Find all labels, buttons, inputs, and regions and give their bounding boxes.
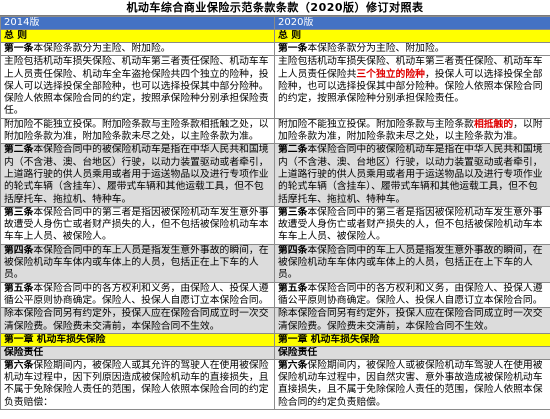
left-version-cell: 第五条本保险合同中的各方权利和义务，由保险人、投保人遵循公平原则协商确定。保险人…	[0, 281, 275, 309]
clause-text: 除本保险合同另有约定外，投保人应在保险合同成立时一次交清保险费。保险费未交清前，…	[4, 308, 269, 332]
article-number: 第五条	[4, 282, 34, 294]
clause-text: 保险期间内，被保险人或其允许的驾驶人在使用被保险机动车过程中，因下列原因造成被保…	[4, 359, 269, 408]
document-sheet: 机动车综合商业保险示范条款条款（2020版）修订对照表 2014版 2020版 …	[0, 0, 550, 419]
clause-row: 第六条保险期间内，被保险人或其允许的驾驶人在使用被保险机动车过程中，因下列原因造…	[0, 358, 550, 411]
left-version-cell: 第三条本保险合同中的第三者是指因被保险机动车发生意外事故遭受人身伤亡或者财产损失…	[0, 205, 275, 245]
page-title: 机动车综合商业保险示范条款条款（2020版）修订对照表	[0, 0, 550, 16]
clause-text: 主险包括机动车损失保险、机动车第三者责任保险、机动车车上人员责任保险、机动车全车…	[4, 56, 269, 117]
clause-text: 本保险合同中的各方权利和义务，由保险人、投保人遵循公平原则协商确定。保险人、投保…	[4, 282, 269, 306]
right-version-cell: 第一条本保险条款分为主险、附加险。	[274, 41, 550, 57]
left-version-cell: 总 则	[0, 29, 275, 43]
clause-text: 附加险不能独立投保。附加险条款与主险条款相抵触之处，以附加险条款为准，附加险条款…	[4, 118, 269, 143]
clause-text: 第一章 机动车损失保险	[278, 333, 380, 345]
clause-text: 本保险合同中的车上人员是指发生意外事故的瞬间，在被保险机动车车体内或车体上的人员…	[278, 244, 543, 281]
chapter-row: 第一章 机动车损失保险 第一章 机动车损失保险	[0, 332, 550, 347]
clause-text: 保险责任	[278, 346, 318, 358]
clause-text: 本保险条款分为主险、附加险。	[307, 43, 445, 54]
article-number: 第五条	[278, 282, 308, 294]
right-version-cell: 主险包括机动车损失保险、机动车第三者责任保险、机动车车上人员责任保险共三个独立的…	[274, 55, 550, 119]
clause-text: 本保险合同中的被保险机动车是指在中华人民共和国境内（不含港、澳、台地区）行驶，以…	[4, 144, 269, 205]
right-version-cell: 第六条保险期间内，被保险人或被保险机动车驾驶人在使用被保险机动车过程中，因自然灾…	[274, 358, 550, 411]
clause-text: 本保险合同中的被保险机动车是指在中华人民共和国境内（不含港、澳、台地区）行驶，以…	[278, 144, 543, 205]
clause-text: 第一章 机动车损失保险	[4, 333, 106, 345]
clause-row: 主险包括机动车损失保险、机动车第三者责任保险、机动车车上人员责任保险、机动车全车…	[0, 55, 550, 119]
version-left-header: 2014版	[0, 16, 275, 30]
right-version-cell: 除本保险合同另有约定外，投保人应在保险合同成立时一次交清保险费。保险费未交清前，…	[274, 307, 550, 334]
right-version-cell: 第二条本保险合同中的被保险机动车是指在中华人民共和国境内（不含港、澳、台地区）行…	[274, 143, 550, 207]
clause-text: 本保险合同中的第三者是指因被保险机动车发生意外事故遭受人身伤亡或者财产损失的人，…	[278, 206, 543, 243]
clause-text: 本保险合同中的车上人员是指发生意外事故的瞬间，在被保险机动车车体内或车体上的人员…	[4, 244, 269, 281]
left-version-cell: 保险责任	[0, 345, 275, 360]
clause-text: 保险期间内，被保险人或被保险机动车驾驶人在使用被保险机动车过程中，因自然灾害、意…	[278, 359, 543, 408]
clause-text: 本保险合同中的各方权利和义务，由保险人、投保人遵循公平原则协商确定。保险人、投保…	[278, 282, 543, 306]
left-version-cell: 第六条保险期间内，被保险人或其允许的驾驶人在使用被保险机动车过程中，因下列原因造…	[0, 358, 275, 411]
clause-text: 本保险合同中的第三者是指因被保险机动车发生意外事故遭受人身伤亡或者财产损失的人，…	[4, 206, 269, 243]
clause-row: 除本保险合同另有约定外，投保人应在保险合同成立时一次交清保险费。保险费未交清前，…	[0, 307, 550, 334]
article-number: 第一条	[4, 43, 34, 54]
clause-text: 附加险不能独立投保。附加险条款与主险条款	[278, 118, 474, 130]
article-number: 第三条	[278, 206, 308, 218]
right-version-cell: 第三条本保险合同中的第三者是指因被保险机动车发生意外事故遭受人身伤亡或者财产损失…	[274, 205, 550, 245]
right-version-cell: 总 则	[274, 29, 550, 43]
clause-text: 本保险条款分为主险、附加险。	[33, 43, 171, 54]
right-version-cell: 保险责任	[274, 345, 550, 360]
revised-text: 三个独立的险种	[356, 68, 425, 80]
comparison-table: 2014版 2020版 总 则总 则第一条本保险条款分为主险、附加险。 第一条本保…	[0, 16, 550, 411]
clause-row: 第三条本保险合同中的第三者是指因被保险机动车发生意外事故遭受人身伤亡或者财产损失…	[0, 205, 550, 245]
clause-text: 总 则	[4, 30, 28, 42]
left-version-cell: 第四条本保险合同中的车上人员是指发生意外事故的瞬间，在被保险机动车车体内或车体上…	[0, 243, 275, 283]
clause-text: 除本保险合同另有约定外，投保人应在保险合同成立时一次交清保险费。保险费未交清前，…	[278, 308, 543, 332]
article-number: 第四条	[278, 244, 308, 256]
left-version-cell: 第二条本保险合同中的被保险机动车是指在中华人民共和国境内（不含港、澳、台地区）行…	[0, 143, 275, 207]
chapter-row: 总 则总 则	[0, 29, 550, 43]
article-number: 第一条	[278, 43, 308, 54]
left-version-cell: 第一章 机动车损失保险	[0, 332, 275, 347]
left-version-cell: 除本保险合同另有约定外，投保人应在保险合同成立时一次交清保险费。保险费未交清前，…	[0, 307, 275, 334]
version-header-row: 2014版 2020版	[0, 16, 550, 30]
article-number: 第三条	[4, 206, 34, 218]
right-version-cell: 附加险不能独立投保。附加险条款与主险条款相抵触的，以附加险条款为准，附加险条款未…	[274, 117, 550, 145]
clause-row: 第二条本保险合同中的被保险机动车是指在中华人民共和国境内（不含港、澳、台地区）行…	[0, 143, 550, 207]
article-number: 第二条	[278, 144, 308, 156]
right-version-cell: 第一章 机动车损失保险	[274, 332, 550, 347]
clause-row: 第四条本保险合同中的车上人员是指发生意外事故的瞬间，在被保险机动车车体内或车体上…	[0, 243, 550, 283]
right-version-cell: 第五条本保险合同中的各方权利和义务，由保险人、投保人遵循公平原则协商确定。保险人…	[274, 281, 550, 309]
article-number: 第六条	[4, 359, 34, 371]
article-number: 第二条	[4, 144, 34, 156]
clause-row: 第五条本保险合同中的各方权利和义务，由保险人、投保人遵循公平原则协商确定。保险人…	[0, 281, 550, 309]
clause-row: 第一条本保险条款分为主险、附加险。 第一条本保险条款分为主险、附加险。	[0, 41, 550, 57]
clause-text: 保险责任	[4, 346, 44, 358]
right-version-cell: 第四条本保险合同中的车上人员是指发生意外事故的瞬间，在被保险机动车车体内或车体上…	[274, 243, 550, 283]
left-version-cell: 主险包括机动车损失保险、机动车第三者责任保险、机动车车上人员责任保险、机动车全车…	[0, 55, 275, 119]
clause-row: 附加险不能独立投保。附加险条款与主险条款相抵触之处，以附加险条款为准，附加险条款…	[0, 117, 550, 145]
section-row: 保险责任 保险责任	[0, 345, 550, 360]
left-version-cell: 第一条本保险条款分为主险、附加险。	[0, 41, 275, 57]
version-right-header: 2020版	[274, 16, 550, 30]
article-number: 第四条	[4, 244, 34, 256]
clause-text: 总 则	[278, 30, 302, 42]
left-version-cell: 附加险不能独立投保。附加险条款与主险条款相抵触之处，以附加险条款为准，附加险条款…	[0, 117, 275, 145]
article-number: 第六条	[278, 359, 308, 371]
revised-text: 相抵触的	[473, 118, 514, 130]
